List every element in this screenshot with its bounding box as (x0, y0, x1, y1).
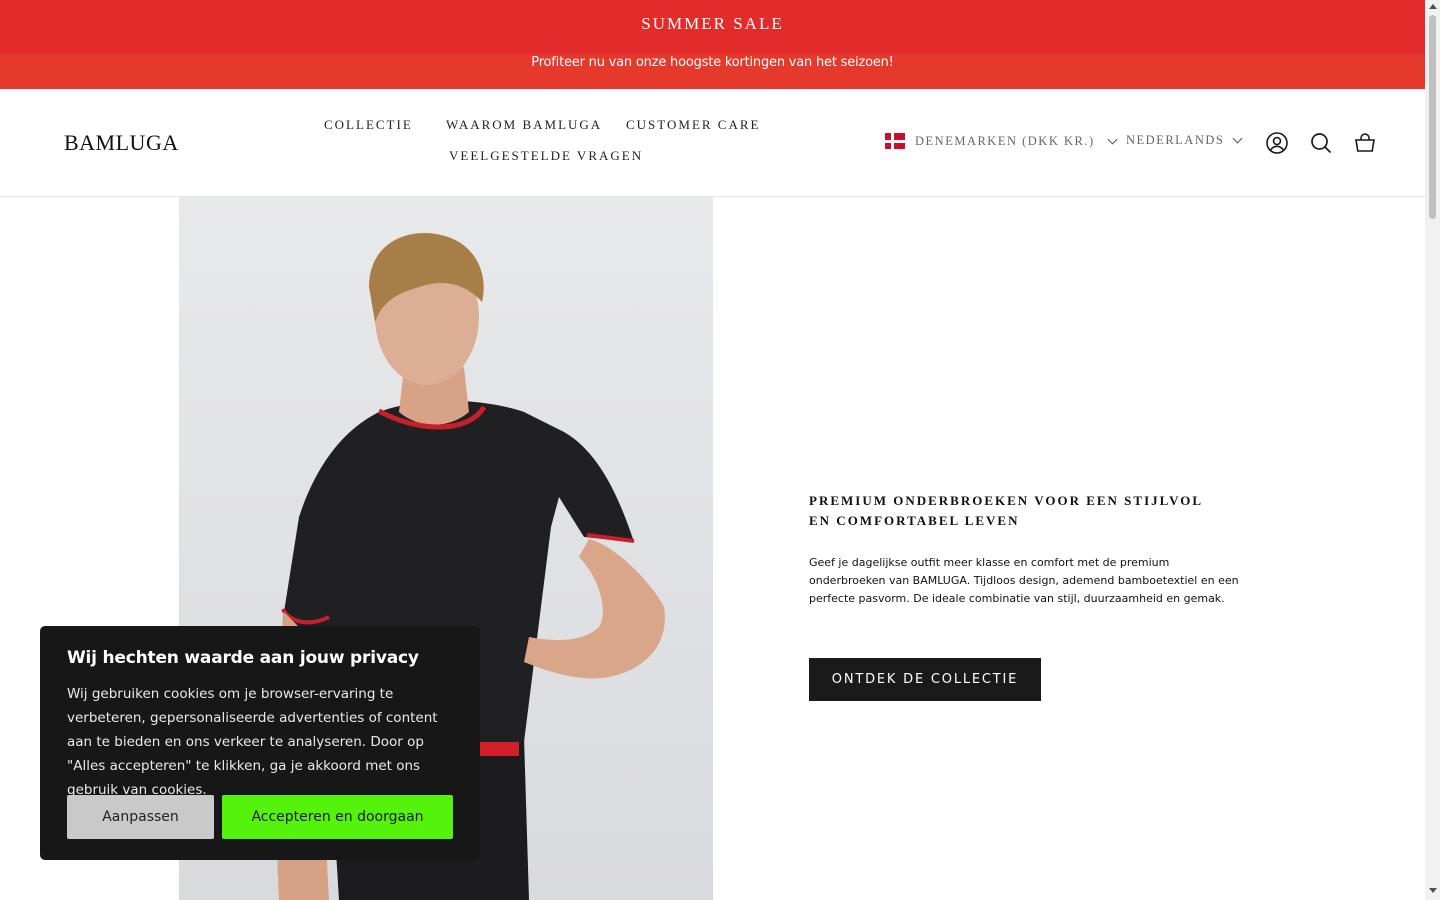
language-selector[interactable]: NEDERLANDS (1126, 133, 1243, 148)
nav-item-faq[interactable]: VEELGESTELDE VRAGEN (449, 148, 643, 164)
language-selector-label: NEDERLANDS (1126, 133, 1225, 147)
country-selector-label: DENEMARKEN (DKK KR.) (915, 133, 1095, 148)
chevron-down-icon (1232, 133, 1243, 144)
account-icon[interactable] (1265, 131, 1289, 155)
announcement-subtitle[interactable]: Profiteer nu van onze hoogste kortingen … (0, 55, 1425, 70)
cookie-banner-text: Wij gebruiken cookies om je browser-erva… (67, 686, 438, 798)
denmark-flag-icon (885, 133, 905, 149)
announcement-title: SUMMER SALE (641, 14, 784, 33)
page-scrollbar[interactable] (1425, 0, 1440, 900)
nav-item-customer-care[interactable]: CUSTOMER CARE (626, 117, 760, 133)
cookie-consent-banner: Wij hechten waarde aan jouw privacy Wij … (40, 626, 480, 860)
scroll-up-arrow-icon[interactable] (1429, 4, 1437, 9)
cookie-accept-button[interactable]: Accepteren en doorgaan (222, 795, 453, 839)
search-icon[interactable] (1309, 131, 1333, 155)
hero-title: PREMIUM ONDERBROEKEN VOOR EEN STIJLVOL E… (809, 493, 1203, 528)
discover-collection-button[interactable]: ONTDEK DE COLLECTIE (809, 658, 1041, 701)
country-selector[interactable]: DENEMARKEN (DKK KR.) (885, 133, 1118, 149)
cookie-banner-title: Wij hechten waarde aan jouw privacy (67, 648, 419, 668)
chevron-down-icon (1107, 134, 1118, 144)
site-header: BAMLUGA COLLECTIE WAAROM BAMLUGA CUSTOME… (0, 89, 1425, 197)
cookie-adjust-button[interactable]: Aanpassen (67, 795, 214, 839)
scroll-down-arrow-icon[interactable] (1429, 888, 1437, 893)
hero-description: Geef je dagelijkse outfit meer klasse en… (809, 556, 1239, 605)
announcement-bar: SUMMER SALE Profiteer nu van onze hoogst… (0, 0, 1425, 89)
site-logo[interactable]: BAMLUGA (64, 130, 179, 156)
scrollbar-thumb[interactable] (1429, 15, 1436, 219)
cart-icon[interactable] (1353, 131, 1377, 155)
nav-item-waarom-bamluga[interactable]: WAAROM BAMLUGA (446, 117, 602, 133)
nav-item-collectie[interactable]: COLLECTIE (324, 117, 413, 133)
